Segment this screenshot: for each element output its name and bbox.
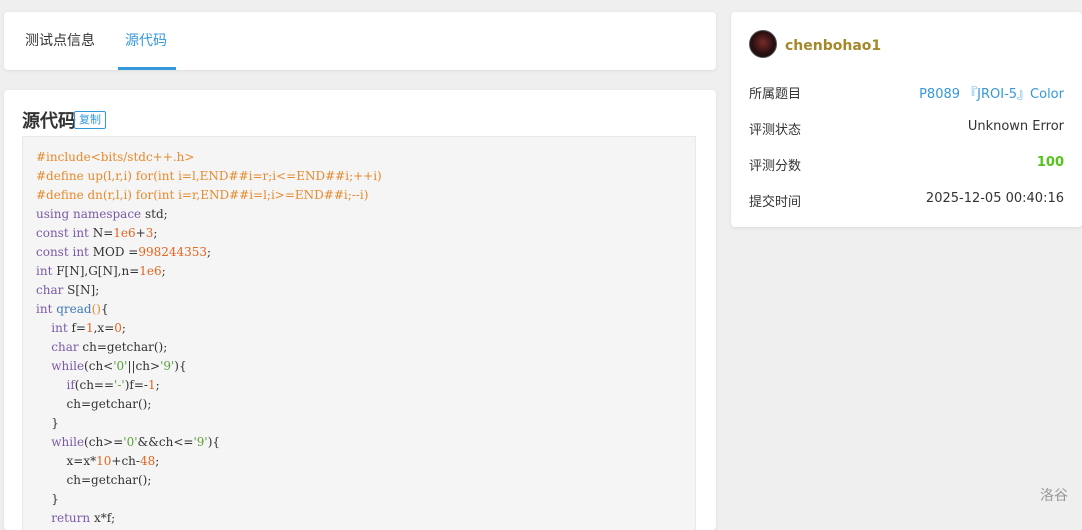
code-line: #define dn(r,l,i) for(int i=r,END##i=l;i… [36,188,369,202]
code-line: char S[N]; [36,283,100,297]
luogu-watermark: 洛谷 [1040,488,1068,504]
source-code-title: 源代码 [22,111,76,132]
code-line: x=x*10+ch-48; [36,454,160,468]
code-line: } [36,416,59,430]
source-code-panel: 源代码 复制 #include<bits/stdc++.h> #define up… [4,90,716,530]
active-tab-indicator [118,67,176,70]
code-line: int qread(){ [36,302,109,316]
status-label: 评测状态 [749,123,802,138]
score-label: 评测分数 [749,159,802,174]
code-line: } [36,492,59,506]
tab-source-code[interactable]: 源代码 [125,12,167,70]
problem-label: 所属题目 [749,87,802,102]
username-link[interactable]: chenbohao1 [785,38,881,54]
tabs-bar: 测试点信息 源代码 [4,12,716,70]
submission-info-panel: chenbohao1 所属题目 P8089 『JROI-5』Color 评测状态… [731,12,1082,227]
code-block[interactable]: #include<bits/stdc++.h> #define up(l,r,i)… [22,136,696,530]
code-line: if(ch=='-')f=-1; [66,378,160,392]
code-line: #include<bits/stdc++.h> [36,150,195,164]
code-line: ch=getchar(); [36,397,152,411]
tab-test-info[interactable]: 测试点信息 [25,12,95,70]
code-line: int F[N],G[N],n=1e6; [36,264,166,278]
copy-button[interactable]: 复制 [74,111,106,129]
code-line: using namespace std; [36,207,168,221]
score-value: 100 [1036,155,1064,170]
code-line: char ch=getchar(); [51,340,168,354]
code-line: const int MOD =998244353; [36,245,212,259]
problem-link[interactable]: P8089 『JROI-5』Color [919,83,1064,102]
code-line: const int N=1e6+3; [36,226,158,240]
code-line: #define up(l,r,i) for(int i=l,END##i=r;i… [36,169,382,183]
code-line: while(ch<'0'||ch>'9'){ [51,359,187,373]
submit-time-value: 2025-12-05 00:40:16 [925,191,1064,206]
avatar[interactable] [749,30,777,58]
status-value: Unknown Error [967,119,1064,134]
code-line: int f=1,x=0; [51,321,126,335]
code-line: ch=getchar(); [36,473,152,487]
code-line: while(ch>='0'&&ch<='9'){ [51,435,221,449]
submit-time-label: 提交时间 [749,195,802,210]
